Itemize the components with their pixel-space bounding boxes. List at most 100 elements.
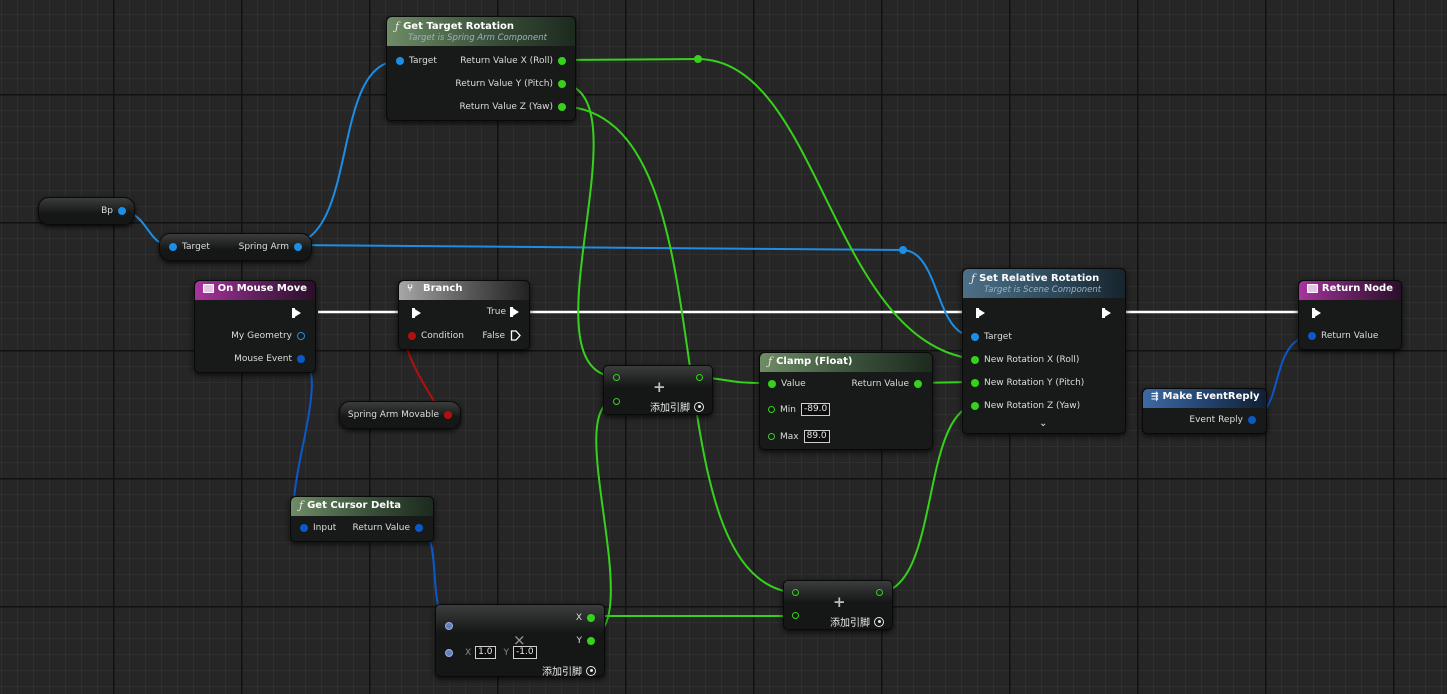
pin-target[interactable]: Target <box>971 332 1012 342</box>
add-float-node[interactable]: + 添加引脚 <box>603 365 713 415</box>
chevron-down-icon[interactable]: ⌄ <box>1039 418 1047 429</box>
function-f-icon: ƒ <box>395 20 400 33</box>
float-pin-icon <box>971 356 979 364</box>
pin-event-reply[interactable]: Event Reply <box>1189 415 1256 425</box>
add-float-node[interactable]: + 添加引脚 <box>783 580 893 630</box>
exec-pin-icon <box>292 308 301 318</box>
pin-out[interactable] <box>876 589 883 596</box>
vector-pin-icon <box>445 622 453 630</box>
float-pin-icon <box>876 589 883 596</box>
pin-mouse-event[interactable]: Mouse Event <box>234 354 305 364</box>
pin-value[interactable]: Value <box>768 379 806 389</box>
node-subtitle: Target is Spring Arm Component <box>408 33 547 43</box>
pin-a[interactable] <box>792 589 799 596</box>
float-pin-icon <box>914 380 922 388</box>
pin-b[interactable] <box>613 398 620 405</box>
add-pin-button[interactable]: 添加引脚 <box>830 614 884 629</box>
y-value-field[interactable]: -1.0 <box>513 646 537 659</box>
clamp-float-node[interactable]: ƒ Clamp (Float) Value Return Value Min -89… <box>759 352 933 450</box>
on-mouse-move-node[interactable]: On Mouse Move My Geometry Mouse Event <box>194 280 316 373</box>
pin-target[interactable]: Target <box>396 56 437 66</box>
bool-pin-icon <box>408 332 416 340</box>
min-value-field[interactable]: -89.0 <box>800 403 831 416</box>
set-relative-rotation-node[interactable]: ƒ Set Relative Rotation Target is Scene C… <box>962 268 1126 434</box>
bp-variable-node[interactable]: Bp <box>38 197 135 225</box>
node-title: Clamp (Float) <box>776 356 853 367</box>
exec-pin-outline-icon <box>510 330 521 341</box>
spring-arm-movable-node[interactable]: Spring Arm Movable <box>339 401 461 429</box>
make-struct-icon: ⇶ <box>1151 391 1159 402</box>
pin-target[interactable]: Target <box>169 242 210 252</box>
pin-new-rotation-y[interactable]: New Rotation Y (Pitch) <box>971 378 1084 388</box>
object-pin-icon <box>971 333 979 341</box>
event-icon <box>1307 284 1318 293</box>
branch-node[interactable]: ⑂ Branch True Condition False <box>398 280 530 350</box>
pin-a[interactable] <box>445 622 453 630</box>
object-pin-icon <box>294 243 302 251</box>
node-header: Return Node <box>1299 281 1401 300</box>
exec-out-pin[interactable] <box>1102 308 1111 318</box>
add-pin-icon <box>586 665 596 676</box>
pin-a[interactable] <box>613 374 620 381</box>
float-wire <box>559 57 974 360</box>
pin-out-x[interactable]: X <box>576 613 595 623</box>
pin-out-y[interactable]: Y <box>577 636 595 646</box>
float-pin-icon <box>613 398 620 405</box>
pin-return-z[interactable]: Return Value Z (Yaw) <box>460 102 566 112</box>
pin-input[interactable]: Input <box>300 523 336 533</box>
spring-arm-getter-node[interactable]: Target Spring Arm <box>159 233 312 261</box>
node-title: Return Node <box>1321 283 1393 294</box>
pin-min[interactable]: Min -89.0 <box>768 403 831 416</box>
pin-max[interactable]: Max 89.0 <box>768 430 830 443</box>
exec-in-pin[interactable] <box>1312 308 1321 318</box>
pin-condition[interactable]: Condition <box>408 331 464 341</box>
node-header: On Mouse Move <box>195 281 315 300</box>
add-pin-icon <box>694 401 704 412</box>
add-pin-icon <box>874 616 884 627</box>
node-title: Set Relative Rotation <box>979 273 1100 284</box>
pin-new-rotation-z[interactable]: New Rotation Z (Yaw) <box>971 401 1080 411</box>
exec-out-pin[interactable] <box>292 308 301 318</box>
float-pin-icon <box>558 57 566 65</box>
multiply-vector-node[interactable]: X Y × X 1.0 Y -1.0 添加引脚 <box>435 604 605 678</box>
get-cursor-delta-node[interactable]: ƒ Get Cursor Delta Input Return Value <box>290 496 434 542</box>
add-operator-icon: + <box>833 593 846 611</box>
reroute-knot <box>694 55 702 63</box>
node-header: ƒ Get Target Rotation Target is Spring Ar… <box>387 17 575 46</box>
float-pin-icon <box>971 379 979 387</box>
pin-bp[interactable]: Bp <box>101 206 126 216</box>
pin-b[interactable] <box>792 612 799 619</box>
return-node[interactable]: Return Node Return Value <box>1298 280 1402 350</box>
pin-return-value[interactable]: Return Value <box>1308 331 1378 341</box>
pin-return-value[interactable]: Return Value <box>852 379 922 389</box>
float-wire <box>559 82 616 378</box>
float-pin-icon <box>587 614 595 622</box>
pin-return-x[interactable]: Return Value X (Roll) <box>460 56 566 66</box>
pin-spring-arm-movable[interactable]: Spring Arm Movable <box>348 410 452 420</box>
add-pin-button[interactable]: 添加引脚 <box>542 663 596 678</box>
pin-new-rotation-x[interactable]: New Rotation X (Roll) <box>971 355 1079 365</box>
max-value-field[interactable]: 89.0 <box>803 430 830 443</box>
get-target-rotation-node[interactable]: ƒ Get Target Rotation Target is Spring Ar… <box>386 16 576 121</box>
x-value-field[interactable]: 1.0 <box>475 646 496 659</box>
pin-my-geometry[interactable]: My Geometry <box>231 331 305 341</box>
exec-in-pin[interactable] <box>976 308 985 318</box>
pin-spring-arm[interactable]: Spring Arm <box>239 242 302 252</box>
float-pin-icon <box>558 80 566 88</box>
pin-false[interactable]: False <box>482 330 521 341</box>
pin-b[interactable]: X 1.0 Y -1.0 <box>445 646 537 659</box>
pin-return-value[interactable]: Return Value <box>353 523 423 533</box>
make-event-reply-node[interactable]: ⇶ Make EventReply Event Reply <box>1142 388 1267 434</box>
add-operator-icon: + <box>653 378 666 396</box>
exec-in-pin[interactable] <box>412 308 421 318</box>
pin-return-y[interactable]: Return Value Y (Pitch) <box>455 79 566 89</box>
branch-icon: ⑂ <box>407 282 413 294</box>
pin-true[interactable]: True <box>487 307 519 317</box>
pin-out[interactable] <box>696 374 703 381</box>
object-pin-icon <box>169 243 177 251</box>
float-pin-icon <box>792 612 799 619</box>
add-pin-button[interactable]: 添加引脚 <box>650 399 704 414</box>
node-subtitle: Target is Scene Component <box>984 285 1102 295</box>
node-header: ƒ Set Relative Rotation Target is Scene C… <box>963 269 1125 298</box>
float-wire <box>559 105 797 594</box>
